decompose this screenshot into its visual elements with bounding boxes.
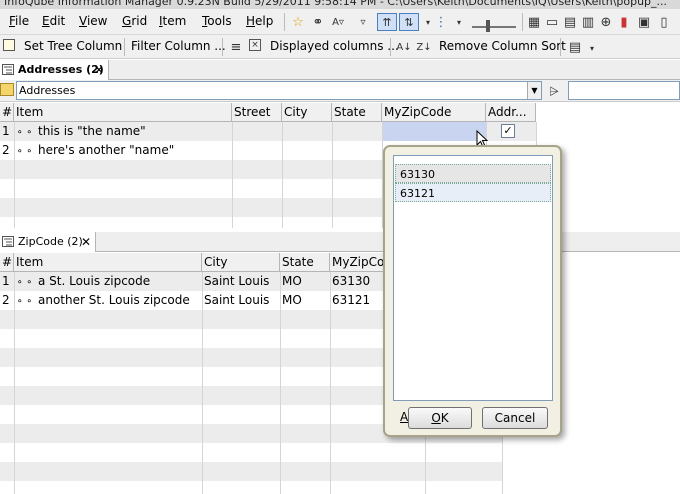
sort-ascending-icon[interactable]: A↓ <box>396 39 412 55</box>
menu-item[interactable]: Item <box>159 14 186 28</box>
columns-x-icon[interactable]: × <box>249 39 261 51</box>
close-icon[interactable]: ✕ <box>81 232 91 252</box>
window-title: InfoQube Information Manager 0.9.23N Bui… <box>4 0 668 8</box>
tree-sort-icon[interactable]: ⇅ <box>399 13 419 31</box>
item-cell[interactable]: ⚬⚬ here's another "name" <box>14 141 232 160</box>
outline-dropdown-icon[interactable]: ▾ <box>451 14 467 30</box>
hidden-button-label[interactable]: A <box>400 410 408 424</box>
binoculars-icon[interactable]: ⚭ <box>310 14 326 30</box>
zipcode-tab-bar: ZipCode (2) ✕ <box>0 232 680 252</box>
row-number: 2 <box>2 293 10 307</box>
bullet-icon: ⚬⚬ <box>16 128 36 138</box>
bullet-icon: ⚬⚬ <box>16 147 36 157</box>
zipcode-row-stripe <box>0 462 502 481</box>
tab-zipcode[interactable]: ZipCode (2) ✕ <box>0 232 96 252</box>
align-icon[interactable]: ≡ <box>228 39 244 55</box>
col-header-city[interactable]: City <box>282 103 332 122</box>
col-header-state[interactable]: State <box>280 253 330 272</box>
filter-a-icon[interactable]: A▿ <box>330 14 346 30</box>
col-header-addr[interactable]: Addr... <box>486 103 536 122</box>
col-header-street[interactable]: Street <box>232 103 282 122</box>
database-icon[interactable]: ▤ <box>562 14 578 30</box>
folder-icon <box>0 83 14 96</box>
col-header-num[interactable]: # <box>0 103 14 122</box>
zoom-slider-handle[interactable] <box>486 20 490 32</box>
item-cell[interactable]: ⚬⚬ a St. Louis zipcode <box>14 272 202 291</box>
menu-help[interactable]: Help <box>246 14 273 28</box>
funnel-icon[interactable]: ⩥ <box>546 83 562 99</box>
zipcode-grid-header: # Item City State MyZipCode <box>0 253 425 272</box>
col-header-num[interactable]: # <box>0 253 14 272</box>
menu-edit[interactable]: Edit <box>42 14 65 28</box>
col-header-myzipcode[interactable]: MyZipCode <box>382 103 486 122</box>
addresses-filter-row: Addresses ▼ ⩥ <box>0 80 680 102</box>
addr-checkbox[interactable]: ✓ <box>501 124 515 138</box>
menu-file[interactable]: File <box>9 14 29 28</box>
bullet-icon: ⚬⚬ <box>16 297 36 307</box>
set-tree-column-button[interactable]: Set Tree Column <box>24 39 122 53</box>
menu-bar: File Edit View Grid Item Tools Help ☆ ⚭ … <box>0 9 680 35</box>
table-row[interactable]: 1 ⚬⚬ this is "the name" ✓ <box>0 122 536 141</box>
ok-button[interactable]: OK <box>408 407 472 429</box>
city-cell[interactable]: Saint Louis <box>202 291 280 310</box>
addresses-grid-header: # Item Street City State MyZipCode Addr.… <box>0 103 536 122</box>
bullet-icon: ⚬⚬ <box>16 278 36 288</box>
item-cell[interactable]: ⚬⚬ this is "the name" <box>14 122 232 141</box>
menu-grid[interactable]: Grid <box>122 14 147 28</box>
tab-addresses[interactable]: Addresses (2) ✕ <box>0 60 109 80</box>
tree-grid-icon <box>2 236 14 247</box>
grid-toolbar: Set Tree Column Filter Column ... ≡ × Di… <box>0 35 680 59</box>
chevron-down-icon[interactable]: ▼ <box>527 82 541 99</box>
remove-column-sort-button[interactable]: Remove Column Sort <box>439 39 566 53</box>
item-cell[interactable]: ⚬⚬ another St. Louis zipcode <box>14 291 202 310</box>
magnifier-icon[interactable]: ⊕ <box>598 14 614 30</box>
table-row[interactable]: 1 ⚬⚬ a St. Louis zipcode Saint Louis MO 6… <box>0 272 425 291</box>
view-options-dropdown-icon[interactable]: ▾ <box>584 40 600 56</box>
chart-icon[interactable]: ▮ <box>616 14 632 30</box>
zipcode-options-list[interactable]: 63130 63121 <box>393 155 553 401</box>
close-icon[interactable]: ✕ <box>94 60 104 80</box>
document-icon[interactable]: ▭ <box>544 14 560 30</box>
list-item[interactable]: 63121 <box>395 183 551 202</box>
menu-tools[interactable]: Tools <box>202 14 232 28</box>
tab-addresses-label: Addresses (2) <box>18 63 104 76</box>
tab-zipcode-label: ZipCode (2) <box>18 235 83 248</box>
filter-funnel-icon[interactable]: ▿ <box>355 14 371 30</box>
settings-icon[interactable]: ▣ <box>636 14 652 30</box>
tree-up-icon[interactable]: ⇈ <box>377 13 397 31</box>
zoom-slider-track[interactable] <box>472 26 516 28</box>
window-title-bar: InfoQube Information Manager 0.9.23N Bui… <box>0 0 680 9</box>
tree-grid-icon <box>2 64 14 75</box>
col-header-item[interactable]: Item <box>14 253 202 272</box>
grid-source-combobox[interactable]: Addresses ▼ <box>16 81 542 100</box>
col-header-state[interactable]: State <box>332 103 382 122</box>
tree-column-icon <box>3 39 15 51</box>
book-icon[interactable]: ▯ <box>656 14 672 30</box>
zipcode-picker-popup: 63130 63121 A OK Cancel <box>383 145 562 437</box>
row-number: 2 <box>2 143 10 157</box>
menu-view[interactable]: View <box>79 14 107 28</box>
state-cell[interactable]: MO <box>280 291 330 310</box>
cancel-button[interactable]: Cancel <box>482 407 548 429</box>
list-item[interactable]: 63130 <box>395 164 551 183</box>
outline-icon[interactable]: ⋮ <box>433 14 449 30</box>
col-header-city[interactable]: City <box>202 253 280 272</box>
sort-descending-icon[interactable]: Z↓ <box>416 39 432 55</box>
col-header-item[interactable]: Item <box>14 103 232 122</box>
row-number: 1 <box>2 124 10 138</box>
table-row[interactable]: 2 ⚬⚬ another St. Louis zipcode Saint Loui… <box>0 291 425 310</box>
addresses-tab-bar: Addresses (2) ✕ <box>0 60 680 80</box>
filter-column-button[interactable]: Filter Column ... <box>131 39 226 53</box>
row-number: 1 <box>2 274 10 288</box>
star-icon[interactable]: ☆ <box>290 14 306 30</box>
filter-input[interactable] <box>568 81 680 100</box>
grid-icon[interactable]: ▥ <box>580 14 596 30</box>
grid-source-value: Addresses <box>19 84 76 97</box>
myzipcode-cell[interactable] <box>383 122 486 141</box>
view-options-icon[interactable]: ▤ <box>567 39 583 55</box>
displayed-columns-button[interactable]: Displayed columns ... <box>270 39 399 53</box>
state-cell[interactable]: MO <box>280 272 330 291</box>
calendar-icon[interactable]: ▦ <box>526 14 542 30</box>
city-cell[interactable]: Saint Louis <box>202 272 280 291</box>
